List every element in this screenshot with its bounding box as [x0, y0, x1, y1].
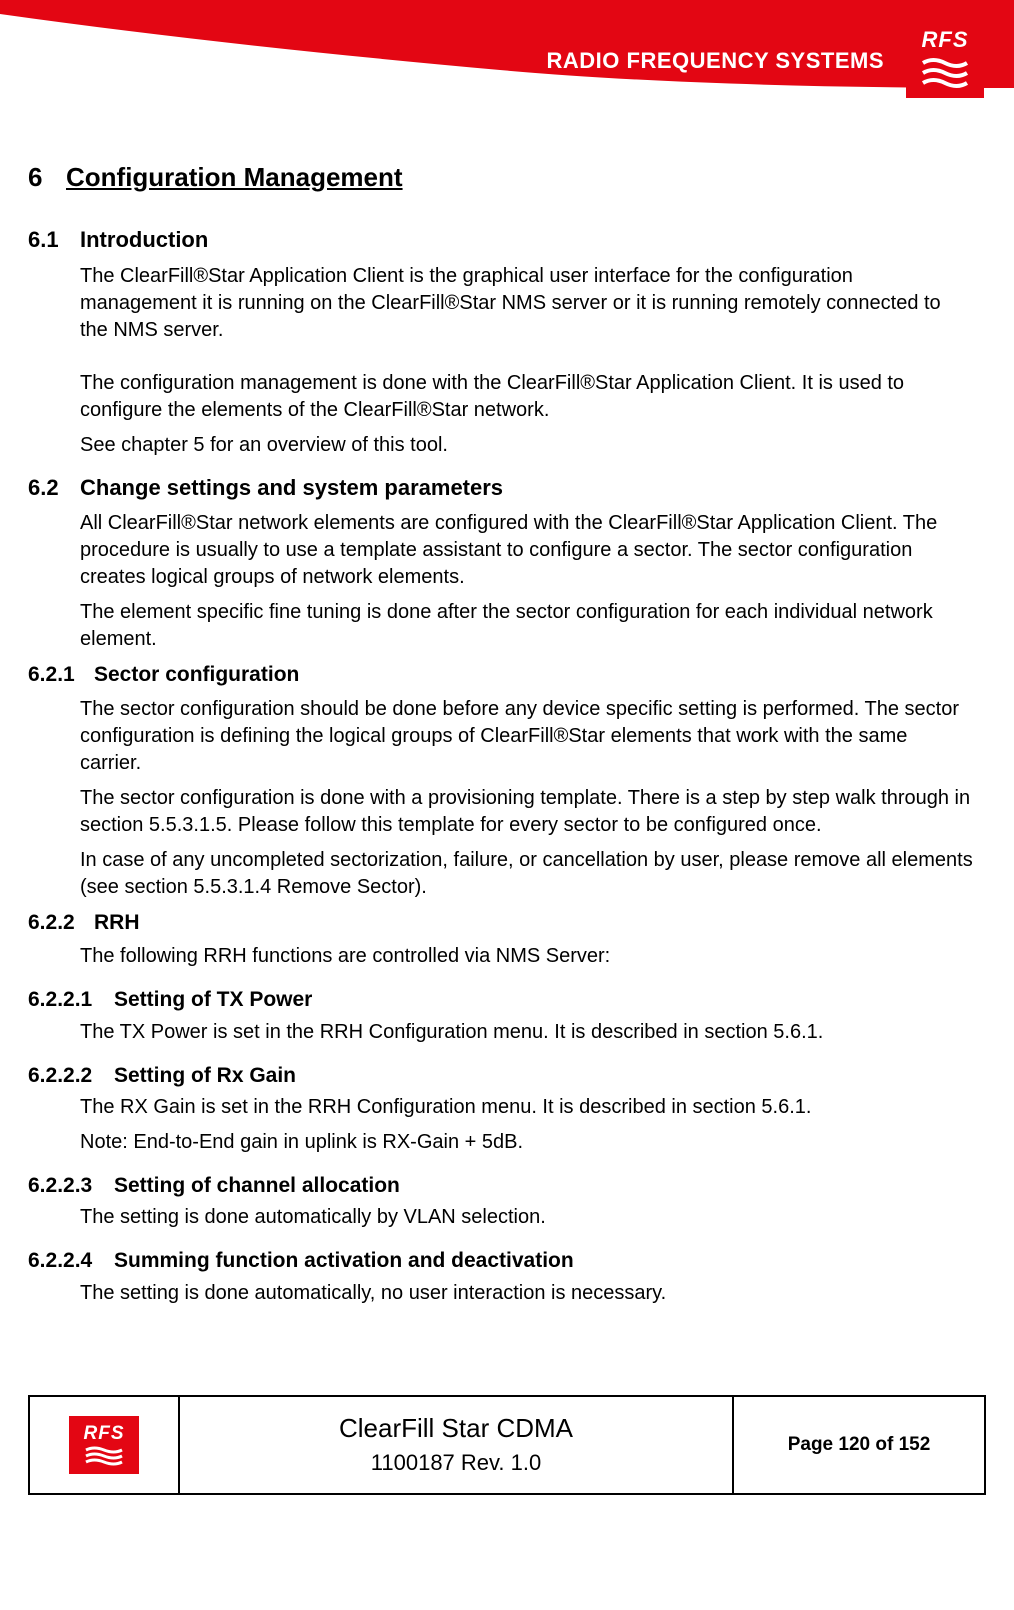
- footer-logo-cell: RFS: [30, 1397, 180, 1493]
- paragraph: All ClearFill®Star network elements are …: [80, 510, 974, 591]
- paragraph: See chapter 5 for an overview of this to…: [80, 432, 974, 459]
- heading-6-2-2-1: 6.2.2.1Setting of TX Power: [28, 986, 974, 1014]
- logo-text: RFS: [922, 27, 969, 53]
- heading-title: Configuration Management: [66, 162, 403, 192]
- paragraph: The setting is done automatically by VLA…: [80, 1204, 974, 1231]
- paragraph: The element specific fine tuning is done…: [80, 599, 974, 653]
- heading-6-2-2-3: 6.2.2.3Setting of channel allocation: [28, 1172, 974, 1200]
- paragraph: The configuration management is done wit…: [80, 370, 974, 424]
- heading-6-2-2-2: 6.2.2.2Setting of Rx Gain: [28, 1062, 974, 1090]
- heading-title: Setting of channel allocation: [114, 1174, 400, 1197]
- heading-num: 6.2.2: [28, 909, 94, 937]
- heading-6-2: 6.2Change settings and system parameters: [28, 473, 974, 503]
- page-footer: RFS ClearFill Star CDMA 1100187 Rev. 1.0…: [28, 1395, 986, 1495]
- footer-logo: RFS: [69, 1416, 139, 1474]
- footer-logo-text: RFS: [84, 1423, 125, 1445]
- wave-icon: [921, 55, 969, 91]
- heading-6-2-2-4: 6.2.2.4Summing function activation and d…: [28, 1247, 974, 1275]
- heading-title: Sector configuration: [94, 663, 299, 686]
- heading-num: 6.2: [28, 473, 80, 503]
- heading-title: Setting of TX Power: [114, 988, 312, 1011]
- wave-icon: [84, 1445, 124, 1467]
- heading-title: Change settings and system parameters: [80, 475, 503, 500]
- paragraph: The sector configuration is done with a …: [80, 785, 974, 839]
- heading-num: 6.2.2.4: [28, 1247, 114, 1275]
- paragraph: The RX Gain is set in the RRH Configurat…: [80, 1094, 974, 1121]
- heading-title: Summing function activation and deactiva…: [114, 1249, 574, 1272]
- paragraph: In case of any uncompleted sectorization…: [80, 847, 974, 901]
- paragraph: The TX Power is set in the RRH Configura…: [80, 1019, 974, 1046]
- footer-center: ClearFill Star CDMA 1100187 Rev. 1.0: [180, 1397, 734, 1493]
- heading-num: 6.2.2.2: [28, 1062, 114, 1090]
- heading-num: 6.2.2.3: [28, 1172, 114, 1200]
- paragraph: The setting is done automatically, no us…: [80, 1280, 974, 1307]
- heading-6: 6Configuration Management: [28, 160, 974, 195]
- page-content: 6Configuration Management 6.1Introductio…: [0, 110, 1014, 1335]
- heading-6-2-1: 6.2.1Sector configuration: [28, 661, 974, 689]
- footer-title: ClearFill Star CDMA: [339, 1413, 573, 1444]
- heading-title: Setting of Rx Gain: [114, 1064, 296, 1087]
- heading-num: 6.2.2.1: [28, 986, 114, 1014]
- heading-title: RRH: [94, 911, 140, 934]
- footer-revision: 1100187 Rev. 1.0: [371, 1450, 541, 1476]
- page-header: RADIO FREQUENCY SYSTEMS RFS: [0, 0, 1014, 110]
- heading-num: 6: [28, 160, 66, 195]
- heading-title: Introduction: [80, 227, 208, 252]
- paragraph: The sector configuration should be done …: [80, 696, 974, 777]
- footer-page-number: Page 120 of 152: [734, 1397, 984, 1493]
- heading-6-1: 6.1Introduction: [28, 225, 974, 255]
- paragraph: The following RRH functions are controll…: [80, 943, 974, 970]
- paragraph: Note: End-to-End gain in uplink is RX-Ga…: [80, 1129, 974, 1156]
- brand-text: RADIO FREQUENCY SYSTEMS: [547, 48, 884, 74]
- heading-num: 6.1: [28, 225, 80, 255]
- heading-6-2-2: 6.2.2RRH: [28, 909, 974, 937]
- paragraph: The ClearFill®Star Application Client is…: [80, 263, 974, 344]
- heading-num: 6.2.1: [28, 661, 94, 689]
- rfs-logo: RFS: [906, 20, 984, 98]
